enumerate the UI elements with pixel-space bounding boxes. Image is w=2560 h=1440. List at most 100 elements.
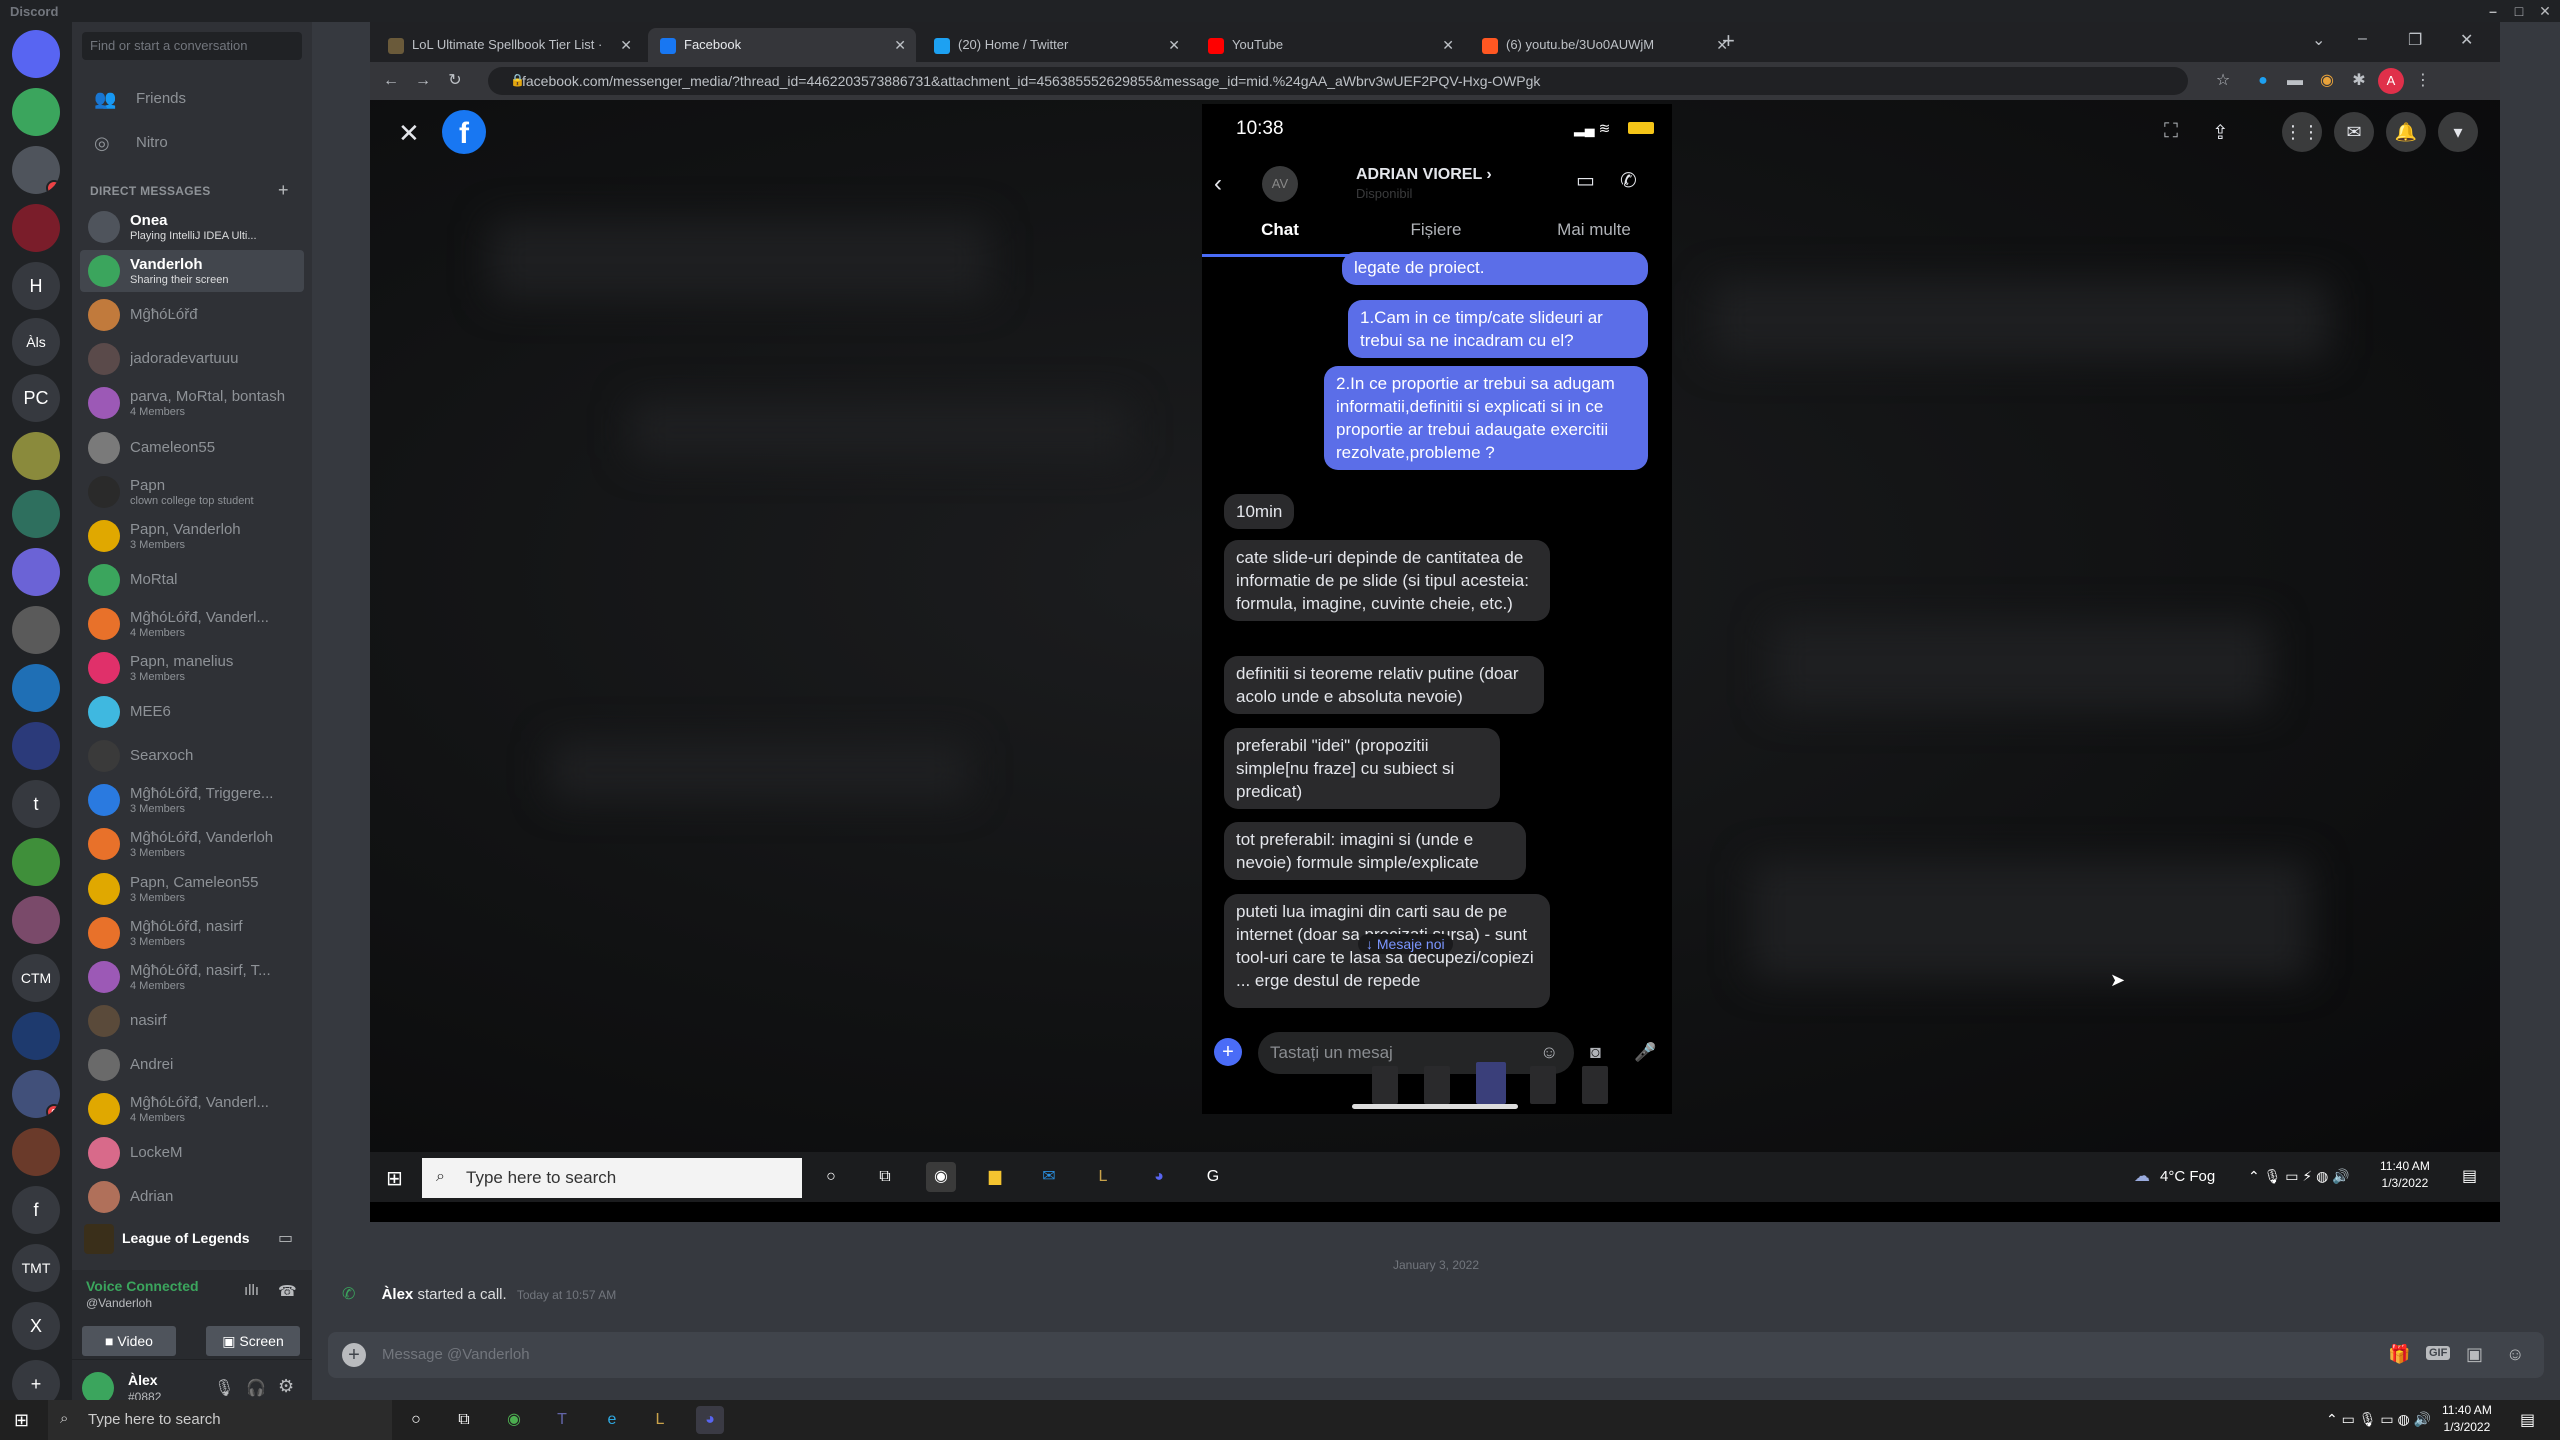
minimize-icon[interactable]: – [2482, 0, 2504, 22]
server-icon[interactable] [12, 664, 60, 712]
file-explorer-icon[interactable]: ▆ [980, 1162, 1010, 1192]
taskbar-clock[interactable]: 11:40 AM 1/3/2022 [2380, 1158, 2430, 1192]
server-icon[interactable] [12, 1128, 60, 1176]
back-arrow-icon[interactable]: ‹ [1214, 170, 1222, 198]
mail-icon[interactable]: ✉ [1034, 1162, 1064, 1192]
server-icon[interactable] [12, 204, 60, 252]
chrome-icon[interactable]: ◉ [500, 1406, 528, 1434]
notifications-icon[interactable]: ▤ [2520, 1410, 2535, 1430]
dm-item[interactable]: MĝħóĿóřđ, Triggere... 3 Members [80, 779, 304, 821]
url-bar[interactable]: facebook.com/messenger_media/?thread_id=… [488, 67, 2188, 95]
screen-share-icon[interactable]: ▭ [278, 1228, 293, 1248]
dm-item[interactable]: MĝħóĿóřđ, nasirf 3 Members [80, 912, 304, 954]
server-icon[interactable]: Àls [12, 318, 60, 366]
facebook-logo-icon[interactable]: f [442, 110, 486, 154]
dm-item[interactable]: Papn, Cameleon55 3 Members [80, 868, 304, 910]
windows-start-icon[interactable]: ⊞ [14, 1410, 29, 1431]
dm-item[interactable]: Searxoch [80, 735, 304, 777]
minimize-icon[interactable]: – [2358, 30, 2367, 48]
server-icon[interactable] [12, 896, 60, 944]
server-icon[interactable] [12, 548, 60, 596]
create-dm-icon[interactable]: + [278, 180, 289, 201]
dm-item[interactable]: MoRtal [80, 559, 304, 601]
emoji-icon[interactable]: ☺ [2506, 1344, 2524, 1365]
cortana-icon[interactable]: ○ [816, 1162, 846, 1192]
dm-item[interactable]: jadoradevartuuu [80, 338, 304, 380]
dm-item[interactable]: MĝħóĿóřđ, nasirf, T... 4 Members [80, 956, 304, 998]
cortana-icon[interactable]: ○ [402, 1406, 430, 1434]
disconnect-icon[interactable]: ☎ [278, 1282, 297, 1300]
messenger-icon[interactable]: ✉ [2334, 112, 2374, 152]
thumbnail[interactable] [1530, 1066, 1556, 1104]
browser-tab[interactable]: YouTube ✕ [1196, 28, 1464, 62]
voice-channel[interactable]: @Vanderloh [86, 1296, 152, 1310]
browser-tab[interactable]: Facebook ✕ [648, 28, 916, 62]
extension-icon[interactable]: ▬ [2282, 68, 2308, 94]
close-viewer-icon[interactable]: ✕ [398, 118, 420, 149]
action-center-icon[interactable]: ▤ [2462, 1166, 2477, 1186]
taskbar-search-input[interactable]: Type here to search [422, 1158, 802, 1198]
server-icon[interactable]: f [12, 1186, 60, 1234]
tab-chat[interactable]: Chat [1202, 220, 1358, 240]
league-icon[interactable]: L [1088, 1162, 1118, 1192]
server-icon[interactable]: H [12, 262, 60, 310]
close-tab-icon[interactable]: ✕ [620, 28, 632, 62]
dm-item[interactable]: Papn clown college top student [80, 471, 304, 513]
fullscreen-icon[interactable]: ⛶ [2164, 120, 2178, 143]
tab-search-icon[interactable]: ⌄ [2312, 30, 2325, 50]
discord-icon[interactable]: ◕ [1144, 1162, 1174, 1192]
reload-icon[interactable]: ↻ [442, 68, 468, 94]
system-tray-icons[interactable]: ⌃ ▭ 🎙 ▭ ◍ 🔊 [2326, 1411, 2431, 1428]
puzzle-icon[interactable]: ✱ [2346, 68, 2372, 94]
close-tab-icon[interactable]: ✕ [1442, 28, 1454, 62]
server-icon[interactable] [12, 490, 60, 538]
phone-call-icon[interactable]: ✆ [1620, 168, 1637, 193]
notifications-icon[interactable]: 🔔 [2386, 112, 2426, 152]
maximize-icon[interactable]: □ [2508, 0, 2530, 22]
menu-grid-icon[interactable]: ⋮⋮ [2282, 112, 2322, 152]
thumbnail[interactable] [1424, 1066, 1450, 1104]
dm-item[interactable]: parva, MoRtal, bontash 4 Members [80, 382, 304, 424]
discord-home-icon[interactable] [12, 30, 60, 78]
chrome-icon[interactable]: ◉ [926, 1162, 956, 1192]
settings-gear-icon[interactable]: ⚙ [278, 1376, 294, 1397]
windows-start-icon[interactable]: ⊞ [386, 1166, 403, 1191]
dm-item[interactable]: MĝħóĿóřđ, Vanderl... 4 Members [80, 603, 304, 645]
os-clock[interactable]: 11:40 AM 1/3/2022 [2442, 1402, 2492, 1436]
microphone-icon[interactable]: 🎤 [1634, 1042, 1656, 1063]
close-tab-icon[interactable]: ✕ [894, 28, 906, 62]
dm-item[interactable]: MEE6 [80, 691, 304, 733]
activity-row[interactable]: League of Legends ▭ [80, 1218, 304, 1260]
teams-icon[interactable]: T [548, 1406, 576, 1434]
server-icon[interactable] [12, 88, 60, 136]
app-icon[interactable]: G [1198, 1162, 1228, 1192]
dm-item[interactable]: MĝħóĿóřđ, Vanderloh 3 Members [80, 823, 304, 865]
emoji-icon[interactable]: ☺ [1540, 1042, 1558, 1063]
call-author[interactable]: Àlex [382, 1286, 414, 1303]
task-view-icon[interactable]: ⧉ [450, 1406, 478, 1434]
screen-button[interactable]: ▣ Screen [206, 1326, 300, 1356]
server-icon[interactable]: TMT [12, 1244, 60, 1292]
server-icon[interactable]: X [12, 1302, 60, 1350]
weather-text[interactable]: 4°C Fog [2160, 1168, 2215, 1185]
dm-item[interactable]: Vanderloh Sharing their screen [80, 250, 304, 292]
add-icon[interactable]: + [1214, 1038, 1242, 1066]
extension-icon[interactable]: ◉ [2314, 68, 2340, 94]
server-icon[interactable] [12, 432, 60, 480]
new-messages-pill[interactable]: ↓ Mesaje noi [1358, 934, 1453, 954]
chat-input[interactable]: + Message @Vanderloh 🎁 GIF ▣ ☺ [328, 1332, 2544, 1378]
tab-files[interactable]: Fișiere [1358, 220, 1514, 240]
profile-icon[interactable]: A [2378, 68, 2404, 94]
dm-item[interactable]: Papn, manelius 3 Members [80, 647, 304, 689]
dm-item[interactable]: MĝħóĿóřđ, Vanderl... 4 Members [80, 1088, 304, 1130]
os-search-input[interactable]: Type here to search [48, 1400, 392, 1440]
headphones-icon[interactable]: 🎧 [246, 1378, 266, 1398]
dm-item[interactable]: Andrei [80, 1044, 304, 1086]
close-icon[interactable]: ✕ [2534, 0, 2556, 22]
restore-icon[interactable]: ❐ [2408, 30, 2422, 50]
kebab-menu-icon[interactable]: ⋮ [2410, 68, 2436, 94]
dm-item[interactable]: Adrian [80, 1176, 304, 1218]
thumbnail-active[interactable] [1476, 1062, 1506, 1104]
upload-plus-icon[interactable]: + [342, 1343, 366, 1367]
dm-item[interactable]: Papn, Vanderloh 3 Members [80, 515, 304, 557]
